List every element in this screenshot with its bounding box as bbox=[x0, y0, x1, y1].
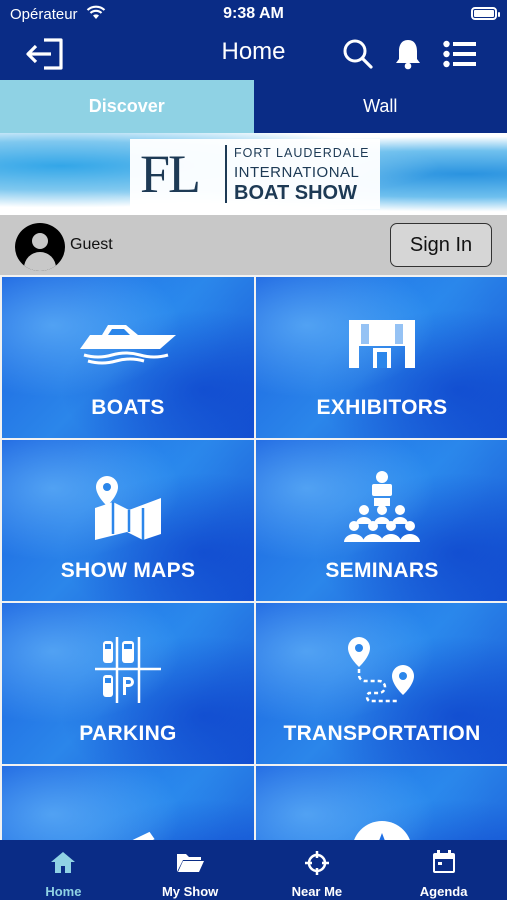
page-title: Home bbox=[221, 38, 286, 65]
bottom-tab-near-me[interactable]: Near Me bbox=[254, 840, 381, 900]
tile-label: SHOW MAPS bbox=[60, 559, 196, 582]
bottom-tab-label: Home bbox=[45, 884, 82, 899]
banner-line-3: BOAT SHOW bbox=[234, 182, 357, 204]
bell-icon[interactable] bbox=[388, 34, 428, 74]
tile-label: EXHIBITORS bbox=[316, 396, 448, 419]
user-name: Guest bbox=[70, 236, 113, 253]
tile-boats[interactable]: BOATS bbox=[2, 277, 254, 438]
tile-label: PARKING bbox=[79, 722, 177, 745]
user-bar: Guest Sign In bbox=[0, 215, 507, 275]
bottom-tab-home[interactable]: Home bbox=[0, 840, 127, 900]
tile-transportation[interactable]: TRANSPORTATION bbox=[256, 603, 507, 764]
status-bar: Opérateur 9:38 AM bbox=[0, 0, 507, 30]
booth-icon bbox=[256, 299, 507, 389]
bottom-tab-label: Near Me bbox=[291, 884, 343, 899]
search-icon[interactable] bbox=[338, 34, 378, 74]
crosshair-icon bbox=[254, 850, 381, 878]
avatar-body bbox=[24, 252, 56, 271]
star-icon bbox=[256, 806, 507, 840]
folder-icon bbox=[127, 850, 254, 878]
bottom-tab-my-show[interactable]: My Show bbox=[127, 840, 254, 900]
banner-line-1: FORT LAUDERDALE bbox=[234, 146, 370, 160]
show-banner[interactable]: FL FORT LAUDERDALE INTERNATIONAL BOAT SH… bbox=[0, 133, 507, 215]
tile-show-maps[interactable]: SHOW MAPS bbox=[2, 440, 254, 601]
segment-tabs: Discover Wall bbox=[0, 80, 507, 133]
boat-icon bbox=[2, 299, 254, 389]
avatar[interactable] bbox=[15, 223, 65, 271]
tab-wall[interactable]: Wall bbox=[253, 80, 507, 133]
tile-exhibitors[interactable]: EXHIBITORS bbox=[256, 277, 507, 438]
bottom-tab-label: My Show bbox=[161, 884, 219, 899]
tile-label: TRANSPORTATION bbox=[283, 722, 481, 745]
tile-label: BOATS bbox=[91, 396, 165, 419]
logo-divider bbox=[225, 145, 227, 203]
tile-tickets[interactable] bbox=[2, 766, 254, 840]
bottom-tab-label: Agenda bbox=[419, 884, 468, 899]
sign-in-button[interactable]: Sign In bbox=[390, 223, 492, 267]
map-icon bbox=[2, 462, 254, 552]
show-logo: FL bbox=[140, 144, 201, 204]
bottom-tab-bar: Home My Show Near Me Agenda bbox=[0, 840, 507, 900]
top-nav-bar: Home bbox=[0, 30, 507, 78]
home-icon bbox=[0, 850, 127, 878]
bottom-tab-agenda[interactable]: Agenda bbox=[380, 840, 507, 900]
clock: 9:38 AM bbox=[223, 5, 284, 22]
calendar-icon bbox=[380, 850, 507, 878]
tab-discover[interactable]: Discover bbox=[0, 80, 254, 133]
battery-icon bbox=[471, 7, 500, 20]
avatar-head bbox=[32, 233, 48, 249]
tile-favorites[interactable] bbox=[256, 766, 507, 840]
tile-parking[interactable]: PARKING bbox=[2, 603, 254, 764]
tile-seminars[interactable]: SEMINARS bbox=[256, 440, 507, 601]
route-icon bbox=[256, 625, 507, 715]
banner-line-2: INTERNATIONAL bbox=[234, 164, 360, 181]
seminar-icon bbox=[256, 462, 507, 552]
list-icon[interactable] bbox=[440, 34, 480, 74]
ticket-icon bbox=[2, 796, 254, 840]
parking-icon bbox=[2, 625, 254, 715]
tile-label: SEMINARS bbox=[325, 559, 439, 582]
feature-grid: BOATS EXHIBITORS SHOW MAPS SEMINARS PARK… bbox=[0, 275, 507, 840]
